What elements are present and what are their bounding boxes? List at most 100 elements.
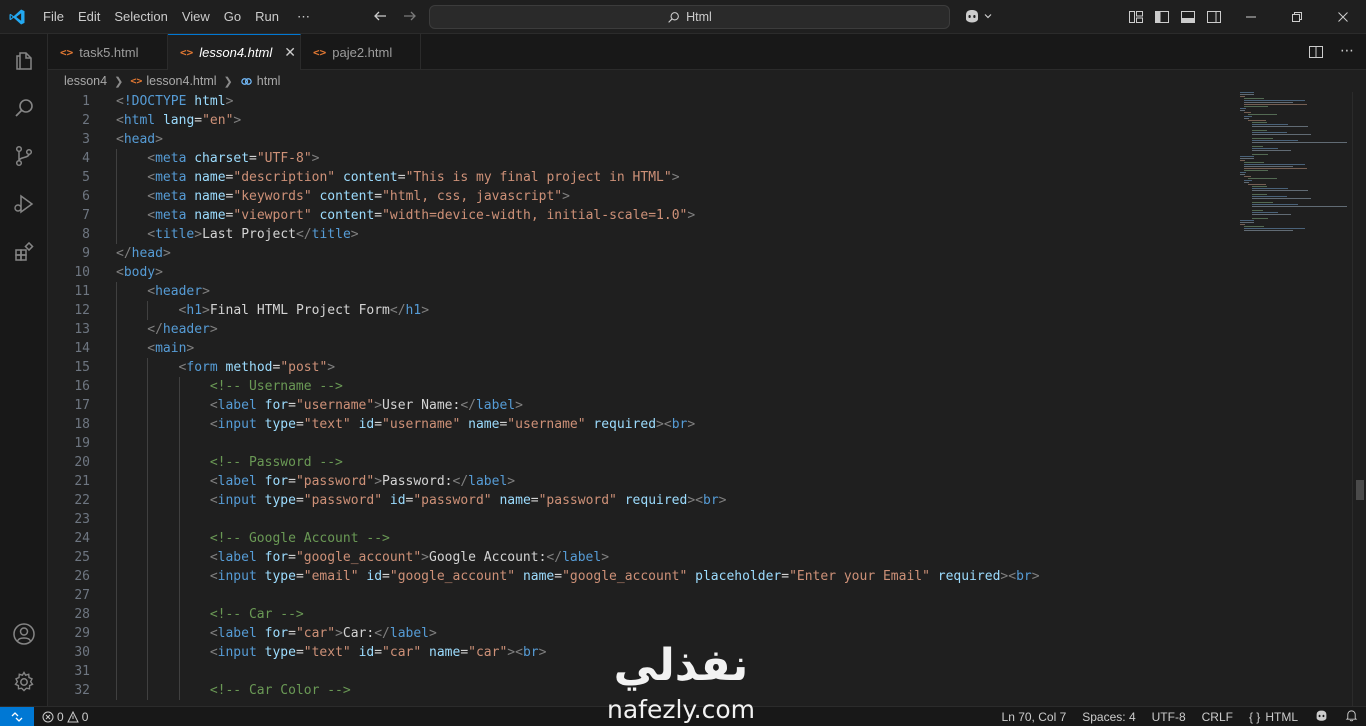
search-button[interactable] (0, 84, 48, 132)
line-number: 8 (82, 227, 90, 242)
scrollbar-thumb[interactable] (1356, 480, 1364, 500)
code-line[interactable]: 28 <!-- Car --> (48, 605, 1228, 624)
copilot-status-icon[interactable] (1314, 709, 1329, 725)
code-line[interactable]: 11 <header> (48, 282, 1228, 301)
breadcrumb-file[interactable]: lesson4.html (146, 74, 216, 88)
minimap-line (1252, 190, 1308, 191)
code-line[interactable]: 1 <!DOCTYPE html> (48, 92, 1228, 111)
code-line[interactable]: 15 <form method="post"> (48, 358, 1228, 377)
code-line[interactable]: 5 <meta name="description" content="This … (48, 168, 1228, 187)
manage-button[interactable] (0, 658, 48, 706)
minimap-line (1240, 94, 1255, 95)
minimap-line (1240, 108, 1247, 109)
indentation[interactable]: Spaces: 4 (1082, 710, 1135, 724)
braces-icon: { } (1248, 710, 1261, 724)
code-line[interactable]: 4 <meta charset="UTF-8"> (48, 149, 1228, 168)
code-line[interactable]: 6 <meta name="keywords" content="html, cs… (48, 187, 1228, 206)
error-icon (42, 711, 54, 722)
code-line[interactable]: 17 <label for="username">User Name:</labe… (48, 396, 1228, 415)
accounts-button[interactable] (0, 610, 48, 658)
tab-task5[interactable]: <> task5.html (48, 34, 168, 70)
forward-arrow-icon[interactable] (402, 8, 418, 24)
menu-file[interactable]: File (36, 6, 71, 28)
minimize-button[interactable] (1228, 0, 1274, 34)
menu-edit[interactable]: Edit (71, 6, 107, 28)
language-mode[interactable]: { } HTML (1249, 710, 1298, 724)
tab-paje2[interactable]: <> paje2.html (301, 34, 421, 70)
source-control-button[interactable] (0, 132, 48, 180)
minimap-line (1252, 188, 1288, 189)
line-number: 20 (74, 455, 90, 470)
code-line[interactable]: 22 <input type="password" id="password" n… (48, 491, 1228, 510)
code-line[interactable]: 21 <label for="password">Password:</label… (48, 472, 1228, 491)
code-text: <label for="username">User Name:</label> (209, 398, 523, 413)
warning-count: 0 (81, 709, 89, 724)
menu-go[interactable]: Go (217, 6, 248, 28)
minimap-line (1240, 224, 1246, 225)
command-center[interactable]: Html (429, 5, 950, 29)
extensions-button[interactable] (0, 228, 48, 276)
vertical-scrollbar[interactable] (1352, 92, 1366, 706)
code-line[interactable]: 13 </header> (48, 320, 1228, 339)
code-line[interactable]: 7 <meta name="viewport" content="width=de… (48, 206, 1228, 225)
code-line[interactable]: 18 <input type="text" id="username" name=… (48, 415, 1228, 434)
toggle-panel-icon[interactable] (1180, 9, 1196, 29)
breadcrumb-symbol[interactable]: html (257, 74, 281, 88)
code-line[interactable]: 25 <label for="google_account">Google Acc… (48, 548, 1228, 567)
line-number: 17 (74, 398, 90, 413)
end-of-line[interactable]: CRLF (1202, 710, 1233, 724)
split-editor-icon[interactable] (1308, 44, 1324, 64)
tab-lesson4[interactable]: <> lesson4.html ✕ (168, 34, 301, 70)
toggle-secondary-sidebar-icon[interactable] (1206, 9, 1222, 29)
remote-indicator[interactable] (0, 706, 34, 726)
code-editor[interactable]: 1 <!DOCTYPE html> 2 <html lang="en"> 3 <head>… (48, 92, 1352, 706)
close-window-button[interactable] (1320, 0, 1366, 34)
minimap-line (1252, 198, 1312, 199)
breadcrumb-folder[interactable]: lesson4 (64, 74, 107, 88)
code-text: <label for="password">Password:</label> (209, 474, 516, 489)
problems-indicator[interactable]: 0 0 (42, 710, 88, 724)
cursor-position[interactable]: Ln 70, Col 7 (1002, 710, 1067, 724)
more-actions-icon[interactable]: ⋯ (1340, 44, 1354, 64)
toggle-primary-sidebar-icon[interactable] (1154, 9, 1170, 29)
menu-run[interactable]: Run (248, 6, 286, 28)
close-tab-icon[interactable]: ✕ (284, 44, 296, 61)
code-line[interactable]: 12 <h1>Final HTML Project Form</h1> (48, 301, 1228, 320)
editor-actions: ⋯ (1308, 44, 1354, 64)
notifications-bell-icon[interactable] (1345, 709, 1358, 725)
code-line[interactable]: 9 </head> (48, 244, 1228, 263)
code-line[interactable]: 26 <input type="email" id="google_account… (48, 567, 1228, 586)
back-arrow-icon[interactable] (372, 8, 388, 24)
encoding[interactable]: UTF-8 (1152, 710, 1186, 724)
gear-icon (14, 671, 34, 692)
minimap-line (1252, 122, 1268, 123)
menu-selection[interactable]: Selection (107, 6, 174, 28)
minimap-line (1252, 138, 1273, 139)
code-line[interactable]: 19 (48, 434, 1228, 453)
menu-more[interactable]: ⋯ (290, 6, 317, 28)
code-text: <input type="email" id="google_account" … (209, 569, 1040, 584)
html-file-icon: <> (130, 75, 143, 87)
code-line[interactable]: 27 (48, 586, 1228, 605)
code-line[interactable]: 14 <main> (48, 339, 1228, 358)
run-debug-button[interactable] (0, 180, 48, 228)
code-line[interactable]: 3 <head> (48, 130, 1228, 149)
code-line[interactable]: 2 <html lang="en"> (48, 111, 1228, 130)
copilot-button[interactable] (963, 8, 993, 24)
customize-layout-icon[interactable] (1128, 9, 1144, 29)
code-line[interactable]: 8 <title>Last Project</title> (48, 225, 1228, 244)
code-line[interactable]: 24 <!-- Google Account --> (48, 529, 1228, 548)
code-line[interactable]: 20 <!-- Password --> (48, 453, 1228, 472)
code-line[interactable]: 23 (48, 510, 1228, 529)
restore-button[interactable] (1274, 0, 1320, 34)
minimap[interactable] (1236, 92, 1352, 242)
code-line[interactable]: 16 <!-- Username --> (48, 377, 1228, 396)
minimap-line (1244, 118, 1250, 119)
minimap-line (1252, 148, 1279, 149)
breadcrumb: lesson4 ❯ <> lesson4.html ❯ html (48, 70, 1366, 92)
code-line[interactable]: 10 <body> (48, 263, 1228, 282)
menu-view[interactable]: View (175, 6, 217, 28)
minimap-line (1252, 218, 1269, 219)
minimap-line (1252, 132, 1288, 133)
explorer-button[interactable] (0, 36, 48, 84)
